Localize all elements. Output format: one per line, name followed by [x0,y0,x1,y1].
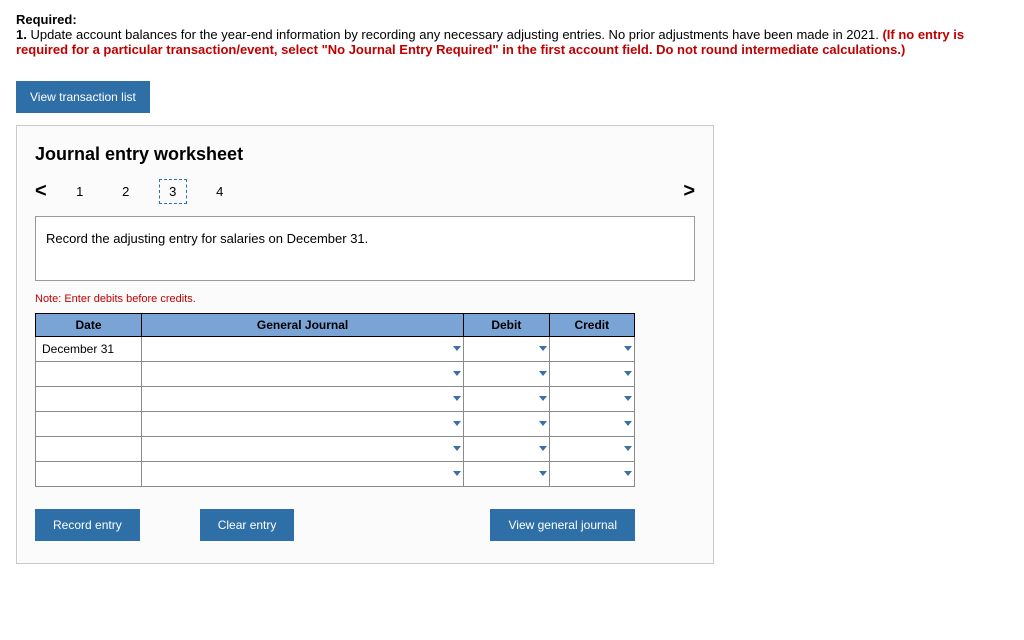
col-header-debit: Debit [464,314,549,337]
debit-cell[interactable] [464,437,549,462]
credit-cell[interactable] [549,412,634,437]
entry-instruction-box: Record the adjusting entry for salaries … [35,216,695,281]
required-heading: Required: [16,12,77,27]
pager-step-4[interactable]: 4 [207,184,233,199]
debit-cell[interactable] [464,362,549,387]
table-row [36,412,635,437]
credit-cell[interactable] [549,337,634,362]
worksheet-pager: < 1 2 3 4 > [35,179,695,204]
credit-cell[interactable] [549,362,634,387]
credit-cell[interactable] [549,387,634,412]
required-block: Required: 1. Update account balances for… [16,12,976,57]
pager-step-2[interactable]: 2 [113,184,139,199]
debit-cell[interactable] [464,412,549,437]
clear-entry-button[interactable]: Clear entry [200,509,295,541]
general-journal-cell[interactable] [142,362,464,387]
general-journal-cell[interactable] [142,387,464,412]
general-journal-cell[interactable] [142,337,464,362]
date-cell[interactable] [36,462,142,487]
date-cell[interactable] [36,387,142,412]
instruction-text: Update account balances for the year-end… [27,27,883,42]
pager-step-1[interactable]: 1 [67,184,93,199]
col-header-general-journal: General Journal [142,314,464,337]
pager-prev-button[interactable]: < [35,180,47,203]
col-header-date: Date [36,314,142,337]
credit-cell[interactable] [549,462,634,487]
item-number: 1. [16,27,27,42]
worksheet-title: Journal entry worksheet [35,144,695,165]
entry-instruction-text: Record the adjusting entry for salaries … [46,231,368,246]
date-cell[interactable] [36,362,142,387]
record-entry-button[interactable]: Record entry [35,509,140,541]
debit-cell[interactable] [464,387,549,412]
journal-entry-worksheet-card: Journal entry worksheet < 1 2 3 4 > Reco… [16,125,714,564]
general-journal-cell[interactable] [142,412,464,437]
debits-before-credits-note: Note: Enter debits before credits. [35,293,695,305]
view-transaction-list-button[interactable]: View transaction list [16,81,150,113]
worksheet-button-row: Record entry Clear entry View general jo… [35,509,635,541]
journal-table: Date General Journal Debit Credit Decemb… [35,313,635,487]
credit-cell[interactable] [549,437,634,462]
date-cell[interactable] [36,437,142,462]
table-row [36,362,635,387]
date-cell[interactable] [36,412,142,437]
general-journal-cell[interactable] [142,437,464,462]
table-row: December 31 [36,337,635,362]
pager-next-button[interactable]: > [683,180,695,203]
date-cell[interactable]: December 31 [36,337,142,362]
debit-cell[interactable] [464,462,549,487]
col-header-credit: Credit [549,314,634,337]
debit-cell[interactable] [464,337,549,362]
table-row [36,462,635,487]
general-journal-cell[interactable] [142,462,464,487]
pager-step-3[interactable]: 3 [159,179,187,204]
view-general-journal-button[interactable]: View general journal [490,509,635,541]
table-row [36,437,635,462]
table-row [36,387,635,412]
